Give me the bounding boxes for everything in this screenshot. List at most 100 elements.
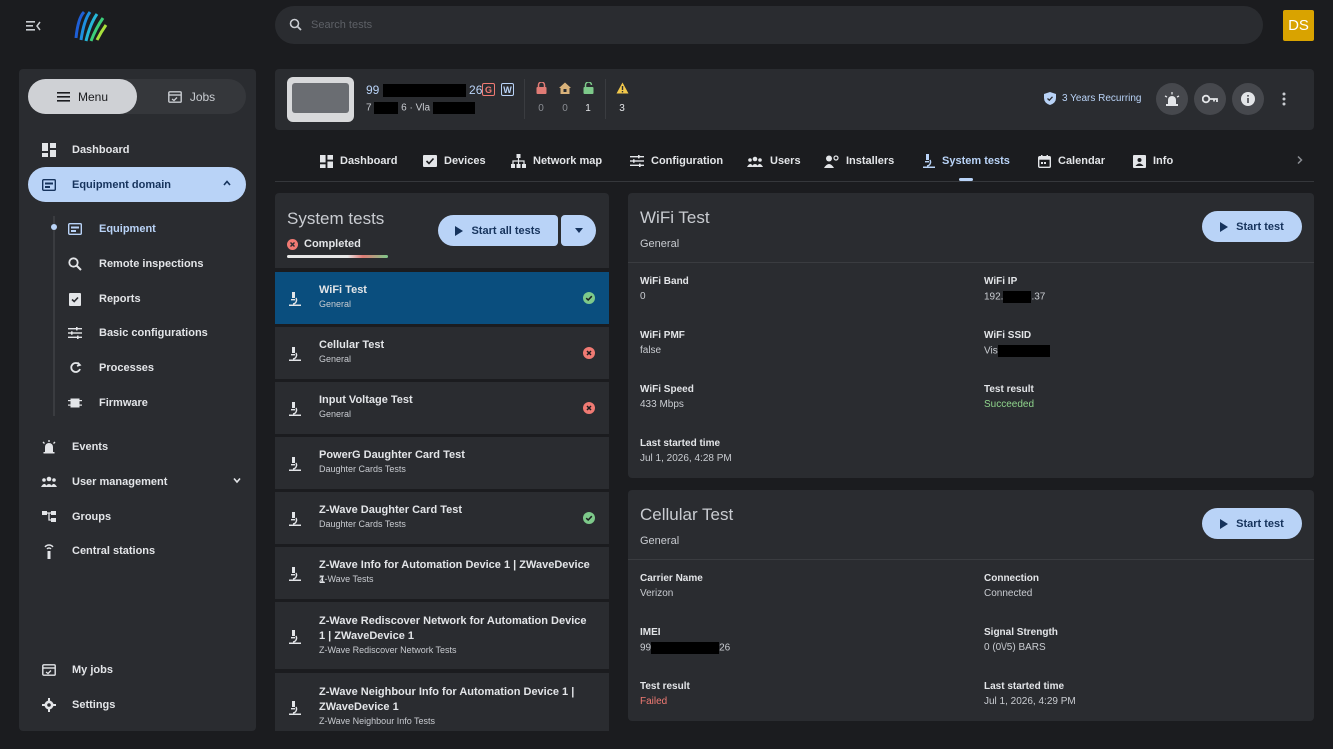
field-label: IMEI [640,627,661,638]
field-connection: Connection Connected [984,573,1039,599]
test-name: WiFi Test [319,284,367,296]
test-list-item[interactable]: PowerG Daughter Card Test Daughter Cards … [275,437,609,489]
test-category: General [319,299,352,309]
start-all-tests-button[interactable]: Start all tests [438,215,558,246]
menu-collapse-icon[interactable] [26,19,42,33]
alarm-button[interactable] [1156,83,1188,115]
tab-users[interactable]: Users [747,140,801,182]
refresh-icon [67,360,83,376]
brand-logo[interactable] [70,8,110,44]
error-circle-icon [583,402,595,414]
tab-calendar[interactable]: Calendar [1038,140,1105,182]
sidebar-item-remote-inspections[interactable]: Remote inspections [19,246,256,281]
badge-w: W [501,83,514,96]
sidebar-item-label: User management [72,475,168,488]
test-list-item[interactable]: Z-Wave Neighbour Info for Automation Dev… [275,673,609,731]
chevron-up-icon [222,178,232,191]
field-value: Succeeded [984,399,1035,410]
sidebar-item-label: Groups [72,510,112,523]
my-jobs-icon [41,662,57,678]
test-list-item[interactable]: Cellular Test General [275,327,609,379]
info-button[interactable] [1232,83,1264,115]
key-icon [1202,94,1218,104]
sidebar-item-label: Remote inspections [99,257,204,270]
sidebar-item-settings[interactable]: Settings [19,687,256,722]
redacted-block [651,642,720,654]
tab-network-map[interactable]: Network map [511,140,602,182]
tab-label: System tests [942,155,1010,167]
field-value: false [640,345,662,356]
value-suffix: 26 [719,642,731,654]
device-subtitle: 7 6 · Vla [366,102,475,114]
tests-status-label: Completed [304,238,361,250]
sidebar-item-processes[interactable]: Processes [19,350,256,385]
service-plan[interactable]: 3 Years Recurring [1044,92,1142,105]
tab-label: Info [1153,155,1174,167]
sidebar-item-groups[interactable]: Groups [19,499,256,534]
contact-card-icon [1133,154,1146,168]
sidebar-item-my-jobs[interactable]: My jobs [19,652,256,687]
tab-devices[interactable]: Devices [423,140,486,182]
jobs-icon [167,90,182,103]
sidebar-item-basic-configurations[interactable]: Basic configurations [19,315,256,350]
field-test-result: Test result Succeeded [984,384,1034,410]
error-circle-icon [583,347,595,359]
search-icon [289,18,302,34]
sidebar-item-reports[interactable]: Reports [19,281,256,316]
test-category: Daughter Cards Tests [319,464,406,474]
tab-dashboard[interactable]: Dashboard [320,140,397,182]
service-plan-label: 3 Years Recurring [1062,93,1142,104]
sidebar-item-label: Reports [99,292,141,305]
search-bar[interactable] [275,6,1263,44]
value-prefix: Vis [984,345,998,357]
chevron-right-icon[interactable] [1296,154,1304,168]
tab-label: Users [770,155,801,167]
field-wifi-ip: WiFi IP 192. .37 [984,276,1045,303]
test-list-item[interactable]: Z-Wave Info for Automation Device 1 | ZW… [275,547,609,599]
badge-g: G [482,83,495,96]
sidebar-item-firmware[interactable]: Firmware [19,385,256,420]
station-icon [41,543,57,559]
tab-label: Dashboard [340,155,398,167]
stat-value: 0 [562,103,568,114]
sidebar-item-events[interactable]: Events [19,429,256,464]
sidebar-item-central-stations[interactable]: Central stations [19,533,256,568]
sidebar: Menu Jobs Dashboard Equipment domain Equ… [19,69,256,731]
start-test-button[interactable]: Start test [1202,508,1302,539]
lock-stat: 0 [534,81,548,114]
test-list-item[interactable]: WiFi Test General [275,272,609,324]
menu-icon [56,91,70,102]
redacted-block [374,102,399,114]
key-button[interactable] [1194,83,1226,115]
test-list-item[interactable]: Input Voltage Test General [275,382,609,434]
test-name: Z-Wave Rediscover Network for Automation… [319,615,587,642]
start-tests-dropdown-button[interactable] [561,215,596,246]
tab-system-tests[interactable]: System tests [923,140,1010,182]
tab-info[interactable]: Info [1133,140,1173,182]
sidebar-item-dashboard[interactable]: Dashboard [19,132,256,167]
divider [628,262,1314,263]
tab-installers[interactable]: Installers [824,140,894,182]
test-list-item[interactable]: Z-Wave Rediscover Network for Automation… [275,602,609,669]
sidebar-item-user-management[interactable]: User management [19,464,256,499]
warning-stat: 3 [615,82,629,114]
divider [524,79,525,119]
tab-configuration[interactable]: Configuration [630,140,723,182]
test-category: Z-Wave Rediscover Network Tests [319,645,457,655]
menu-segment[interactable]: Menu [28,79,137,114]
field-last-started: Last started time Jul 1, 2026, 4:29 PM [984,681,1076,707]
unlock-stat: 1 [581,81,595,114]
tests-panel-title: System tests [287,209,385,228]
equipment-domain-icon [41,177,57,193]
sidebar-item-equipment[interactable]: Equipment [19,211,256,246]
jobs-segment[interactable]: Jobs [137,79,246,114]
field-label: WiFi Speed [640,384,694,395]
device-id[interactable]: 99 26 [366,83,482,98]
start-test-button[interactable]: Start test [1202,211,1302,242]
more-vert-icon[interactable] [1282,92,1286,109]
tab-label: Configuration [651,155,724,167]
user-avatar[interactable]: DS [1283,10,1314,41]
search-input[interactable] [311,6,1211,44]
sidebar-item-equipment-domain[interactable]: Equipment domain [28,167,246,202]
test-list-item[interactable]: Z-Wave Daughter Card Test Daughter Cards … [275,492,609,544]
